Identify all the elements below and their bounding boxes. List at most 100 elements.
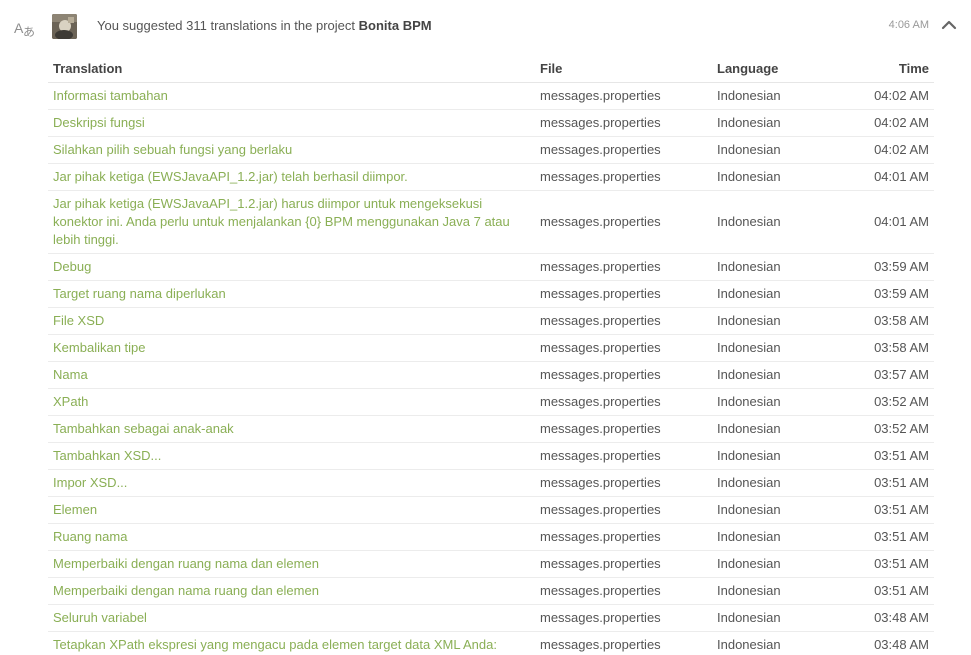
table-row: Tambahkan XSD... messages.properties Ind… [48,442,934,470]
file-cell: messages.properties [535,523,712,551]
time-cell: 03:51 AM [832,523,934,551]
table-row: Jar pihak ketiga (EWSJavaAPI_1.2.jar) ha… [48,190,934,254]
file-cell: messages.properties [535,163,712,191]
table-row: XPath messages.properties Indonesian 03:… [48,388,934,416]
activity-header: A あ You suggested 311 translations in th… [0,0,971,52]
table-row: Tetapkan XPath ekspresi yang mengacu pad… [48,631,934,655]
time-cell: 04:01 AM [832,163,934,191]
language-cell: Indonesian [712,469,832,497]
time-cell: 04:01 AM [832,190,934,254]
project-link[interactable]: Bonita BPM [359,18,432,33]
language-cell: Indonesian [712,109,832,137]
table-row: Informasi tambahan messages.properties I… [48,82,934,110]
file-cell: messages.properties [535,190,712,254]
time-cell: 03:52 AM [832,388,934,416]
summary-text: You suggested 311 translations in the pr… [97,18,356,33]
time-cell: 03:58 AM [832,307,934,335]
table-row: Impor XSD... messages.properties Indones… [48,469,934,497]
translate-icon: A あ [14,20,35,39]
language-cell: Indonesian [712,496,832,524]
avatar[interactable] [52,14,77,39]
language-cell: Indonesian [712,136,832,164]
table-row: Seluruh variabel messages.properties Ind… [48,604,934,632]
translations-table: Translation File Language Time Informasi… [48,55,934,655]
file-cell: messages.properties [535,109,712,137]
column-header-translation: Translation [48,55,535,83]
time-cell: 03:58 AM [832,334,934,362]
column-header-time: Time [832,55,934,83]
file-cell: messages.properties [535,550,712,578]
language-cell: Indonesian [712,190,832,254]
column-header-language: Language [712,55,832,83]
translation-link[interactable]: XPath [53,394,88,409]
translation-link[interactable]: Impor XSD... [53,475,127,490]
time-cell: 03:51 AM [832,577,934,605]
time-cell: 03:48 AM [832,604,934,632]
translation-link[interactable]: Seluruh variabel [53,610,147,625]
activity-summary: You suggested 311 translations in the pr… [97,18,432,33]
translation-link[interactable]: Target ruang nama diperlukan [53,286,226,301]
language-cell: Indonesian [712,631,832,655]
file-cell: messages.properties [535,496,712,524]
table-row: Elemen messages.properties Indonesian 03… [48,496,934,524]
file-cell: messages.properties [535,280,712,308]
time-cell: 03:48 AM [832,631,934,655]
file-cell: messages.properties [535,469,712,497]
translation-link[interactable]: Jar pihak ketiga (EWSJavaAPI_1.2.jar) ha… [53,196,510,247]
language-cell: Indonesian [712,280,832,308]
svg-text:あ: あ [23,25,35,39]
language-cell: Indonesian [712,577,832,605]
file-cell: messages.properties [535,631,712,655]
time-cell: 03:51 AM [832,496,934,524]
table-row: Ruang nama messages.properties Indonesia… [48,523,934,551]
translation-link[interactable]: Jar pihak ketiga (EWSJavaAPI_1.2.jar) te… [53,169,408,184]
file-cell: messages.properties [535,361,712,389]
table-row: Tambahkan sebagai anak-anak messages.pro… [48,415,934,443]
time-cell: 03:51 AM [832,442,934,470]
translation-link[interactable]: Tambahkan XSD... [53,448,161,463]
time-cell: 04:02 AM [832,136,934,164]
translation-link[interactable]: Silahkan pilih sebuah fungsi yang berlak… [53,142,292,157]
table-header-row: Translation File Language Time [48,55,934,83]
language-cell: Indonesian [712,163,832,191]
file-cell: messages.properties [535,82,712,110]
file-cell: messages.properties [535,334,712,362]
language-cell: Indonesian [712,523,832,551]
translation-link[interactable]: Memperbaiki dengan ruang nama dan elemen [53,556,319,571]
file-cell: messages.properties [535,388,712,416]
activity-time: 4:06 AM [888,19,929,31]
file-cell: messages.properties [535,604,712,632]
table-row: Target ruang nama diperlukan messages.pr… [48,280,934,308]
translation-link[interactable]: File XSD [53,313,104,328]
file-cell: messages.properties [535,415,712,443]
time-cell: 04:02 AM [832,82,934,110]
time-cell: 03:59 AM [832,280,934,308]
table-row: Debug messages.properties Indonesian 03:… [48,253,934,281]
translation-link[interactable]: Debug [53,259,91,274]
language-cell: Indonesian [712,550,832,578]
translation-link[interactable]: Tetapkan XPath ekspresi yang mengacu pad… [53,637,497,652]
table-row: Memperbaiki dengan ruang nama dan elemen… [48,550,934,578]
table-row: Deskripsi fungsi messages.properties Ind… [48,109,934,137]
translation-link[interactable]: Nama [53,367,88,382]
language-cell: Indonesian [712,253,832,281]
time-cell: 03:59 AM [832,253,934,281]
table-row: Kembalikan tipe messages.properties Indo… [48,334,934,362]
time-cell: 04:02 AM [832,109,934,137]
language-cell: Indonesian [712,388,832,416]
translation-link[interactable]: Memperbaiki dengan nama ruang dan elemen [53,583,319,598]
file-cell: messages.properties [535,442,712,470]
translation-link[interactable]: Tambahkan sebagai anak-anak [53,421,234,436]
translation-link[interactable]: Kembalikan tipe [53,340,146,355]
language-cell: Indonesian [712,334,832,362]
chevron-up-icon[interactable] [937,13,961,37]
translation-link[interactable]: Ruang nama [53,529,127,544]
language-cell: Indonesian [712,604,832,632]
table-row: File XSD messages.properties Indonesian … [48,307,934,335]
translation-link[interactable]: Informasi tambahan [53,88,168,103]
translation-link[interactable]: Deskripsi fungsi [53,115,145,130]
translation-link[interactable]: Elemen [53,502,97,517]
language-cell: Indonesian [712,361,832,389]
table-row: Memperbaiki dengan nama ruang dan elemen… [48,577,934,605]
language-cell: Indonesian [712,307,832,335]
